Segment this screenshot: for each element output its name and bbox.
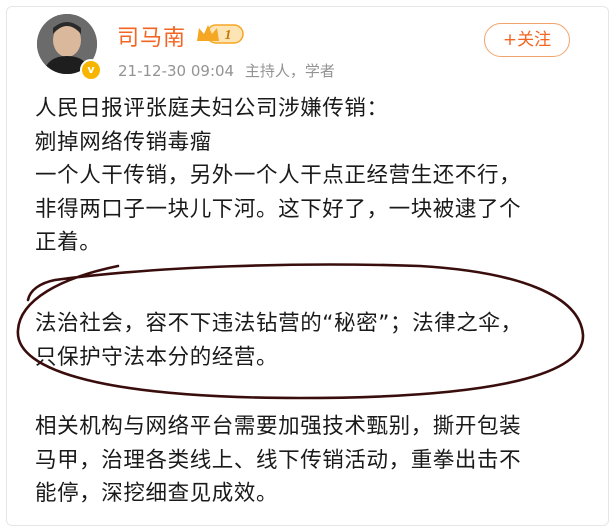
follow-button[interactable]: +关注 <box>484 23 570 57</box>
post-meta: 21-12-30 09:04 主持人，学者 <box>118 60 335 81</box>
text-line: 剜掉网络传销毒瘤 <box>35 129 212 155</box>
post-paragraph-2: 法治社会，容不下违法钻营的“秘密”；法律之伞， 只保护守法本分的经营。 <box>35 307 523 374</box>
text-line: 只保护守法本分的经营。 <box>35 344 279 370</box>
post-paragraph-1: 人民日报评张庭夫妇公司涉嫌传销： 剜掉网络传销毒瘤 一个人干传销，另外一个人干点… <box>35 92 521 260</box>
text-line: 马甲，治理各类线上、线下传销活动，重拳出击不 <box>35 447 522 473</box>
verified-v-icon: v <box>80 59 102 81</box>
post-paragraph-3: 相关机构与网络平台需要加强技术甄别，撕开包装 马甲，治理各类线上、线下传销活动，… <box>35 410 521 511</box>
text-line: 能停，深挖细查见成效。 <box>35 481 279 506</box>
text-line: 非得两口子一块儿下河。这下好了，一块被逮了个 <box>35 196 522 222</box>
text-line: 法治社会，容不下违法钻营的“秘密”；法律之伞， <box>35 311 523 336</box>
post-timestamp[interactable]: 21-12-30 09:04 <box>118 62 234 80</box>
author-name[interactable]: 司马南 <box>117 20 186 52</box>
author-description: 主持人，学者 <box>244 62 335 80</box>
text-line: 一个人干传销，另外一个人干点正经营生还不行， <box>35 163 522 188</box>
text-line: 相关机构与网络平台需要加强技术甄别，撕开包装 <box>35 414 522 439</box>
text-line: 正着。 <box>35 230 102 255</box>
text-line: 人民日报评张庭夫妇公司涉嫌传销： <box>35 96 389 121</box>
member-level: 1 <box>225 28 232 43</box>
crown-icon: 1 <box>197 24 244 44</box>
